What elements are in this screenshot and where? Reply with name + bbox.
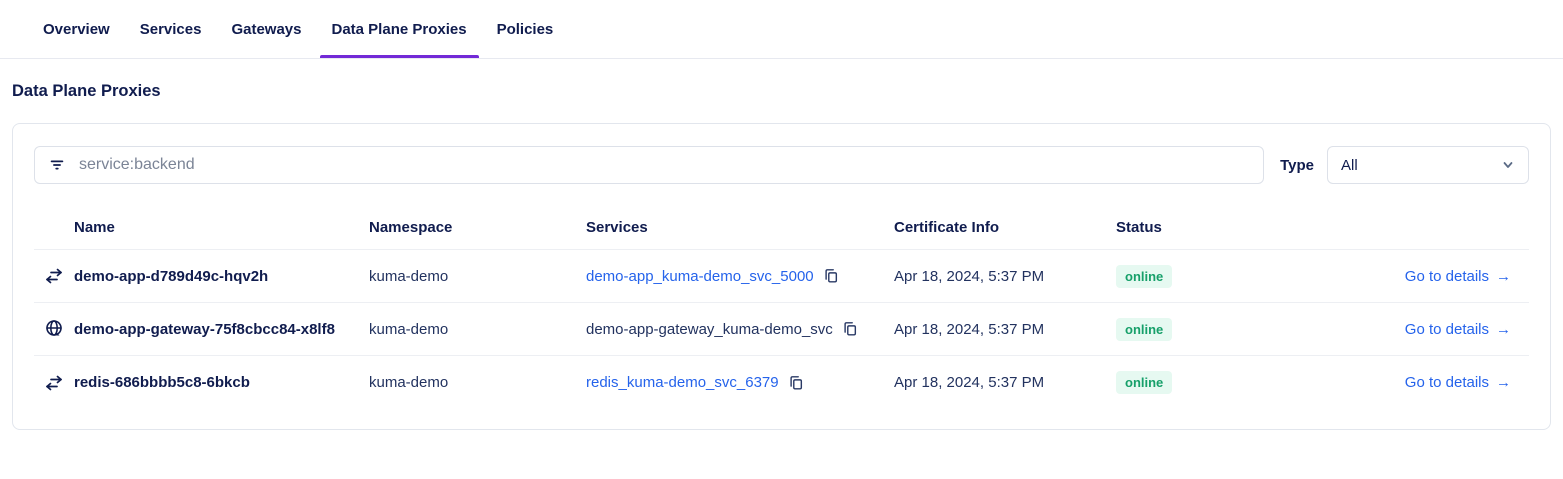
table-row: demo-app-d789d49c-hqv2h kuma-demo demo-a…: [34, 250, 1529, 303]
proxy-icon: [34, 372, 74, 394]
proxy-namespace: kuma-demo: [369, 320, 449, 338]
go-to-details-link[interactable]: Go to details →: [1405, 268, 1511, 285]
tab-overview[interactable]: Overview: [31, 21, 122, 58]
status-badge: online: [1116, 317, 1173, 341]
proxy-name: demo-app-gateway-75f8cbcc84-x8lf8: [74, 320, 335, 338]
proxy-name: demo-app-d789d49c-hqv2h: [74, 267, 269, 285]
type-label: Type: [1280, 156, 1314, 174]
type-select[interactable]: All: [1327, 146, 1529, 184]
copy-icon[interactable]: [823, 268, 839, 284]
copy-icon[interactable]: [842, 321, 858, 337]
tab-data-plane-proxies[interactable]: Data Plane Proxies: [319, 21, 479, 58]
search-box[interactable]: [34, 146, 1265, 184]
service-link[interactable]: redis_kuma-demo_svc_6379: [586, 374, 779, 391]
certificate-info: Apr 18, 2024, 5:37 PM: [894, 320, 1045, 338]
filter-row: Type All: [34, 146, 1529, 184]
data-plane-proxies-card: Type All Name Namespace Services Certifi…: [12, 123, 1551, 430]
search-input[interactable]: [79, 156, 1251, 174]
go-to-details-link[interactable]: Go to details →: [1405, 374, 1511, 391]
go-to-details-label: Go to details: [1404, 374, 1489, 391]
type-filter-group: Type All: [1280, 146, 1529, 184]
go-to-details-label: Go to details: [1404, 320, 1489, 338]
arrow-right-icon: →: [1496, 374, 1511, 391]
tab-gateways[interactable]: Gateways: [219, 21, 313, 58]
column-header-namespace: Namespace: [369, 219, 453, 236]
column-header-certificate-info: Certificate Info: [894, 219, 1000, 236]
gateway-globe-icon: [34, 318, 74, 340]
proxies-table: Name Namespace Services Certificate Info…: [34, 206, 1529, 409]
certificate-info: Apr 18, 2024, 5:37 PM: [894, 374, 1045, 391]
status-badge: online: [1116, 371, 1173, 394]
service-name: demo-app-gateway_kuma-demo_svc: [586, 320, 833, 338]
arrow-right-icon: →: [1496, 320, 1511, 338]
tab-services[interactable]: Services: [128, 21, 214, 58]
tab-bar: Overview Services Gateways Data Plane Pr…: [0, 0, 1563, 59]
table-row: redis-686bbbb5c8-6bkcb kuma-demo redis_k…: [34, 356, 1529, 409]
tab-policies[interactable]: Policies: [485, 21, 566, 58]
proxy-icon: [34, 265, 74, 287]
proxy-namespace: kuma-demo: [369, 267, 449, 285]
page-title: Data Plane Proxies: [12, 82, 161, 100]
proxy-name: redis-686bbbb5c8-6bkcb: [74, 374, 250, 391]
copy-icon[interactable]: [788, 375, 804, 391]
table-header-row: Name Namespace Services Certificate Info…: [34, 206, 1529, 250]
service-link[interactable]: demo-app_kuma-demo_svc_5000: [586, 268, 814, 285]
certificate-info: Apr 18, 2024, 5:37 PM: [894, 267, 1045, 285]
chevron-down-icon: [1501, 158, 1515, 172]
status-badge: online: [1116, 264, 1173, 288]
arrow-right-icon: →: [1496, 267, 1511, 285]
go-to-details-label: Go to details: [1404, 267, 1489, 285]
column-header-services: Services: [586, 219, 648, 236]
column-header-status: Status: [1116, 219, 1162, 236]
column-header-name: Name: [74, 219, 115, 236]
go-to-details-link[interactable]: Go to details →: [1405, 321, 1511, 338]
type-select-value: All: [1341, 156, 1358, 174]
filter-lines-icon: [48, 156, 66, 174]
table-row: demo-app-gateway-75f8cbcc84-x8lf8 kuma-d…: [34, 303, 1529, 356]
proxy-namespace: kuma-demo: [369, 374, 449, 391]
